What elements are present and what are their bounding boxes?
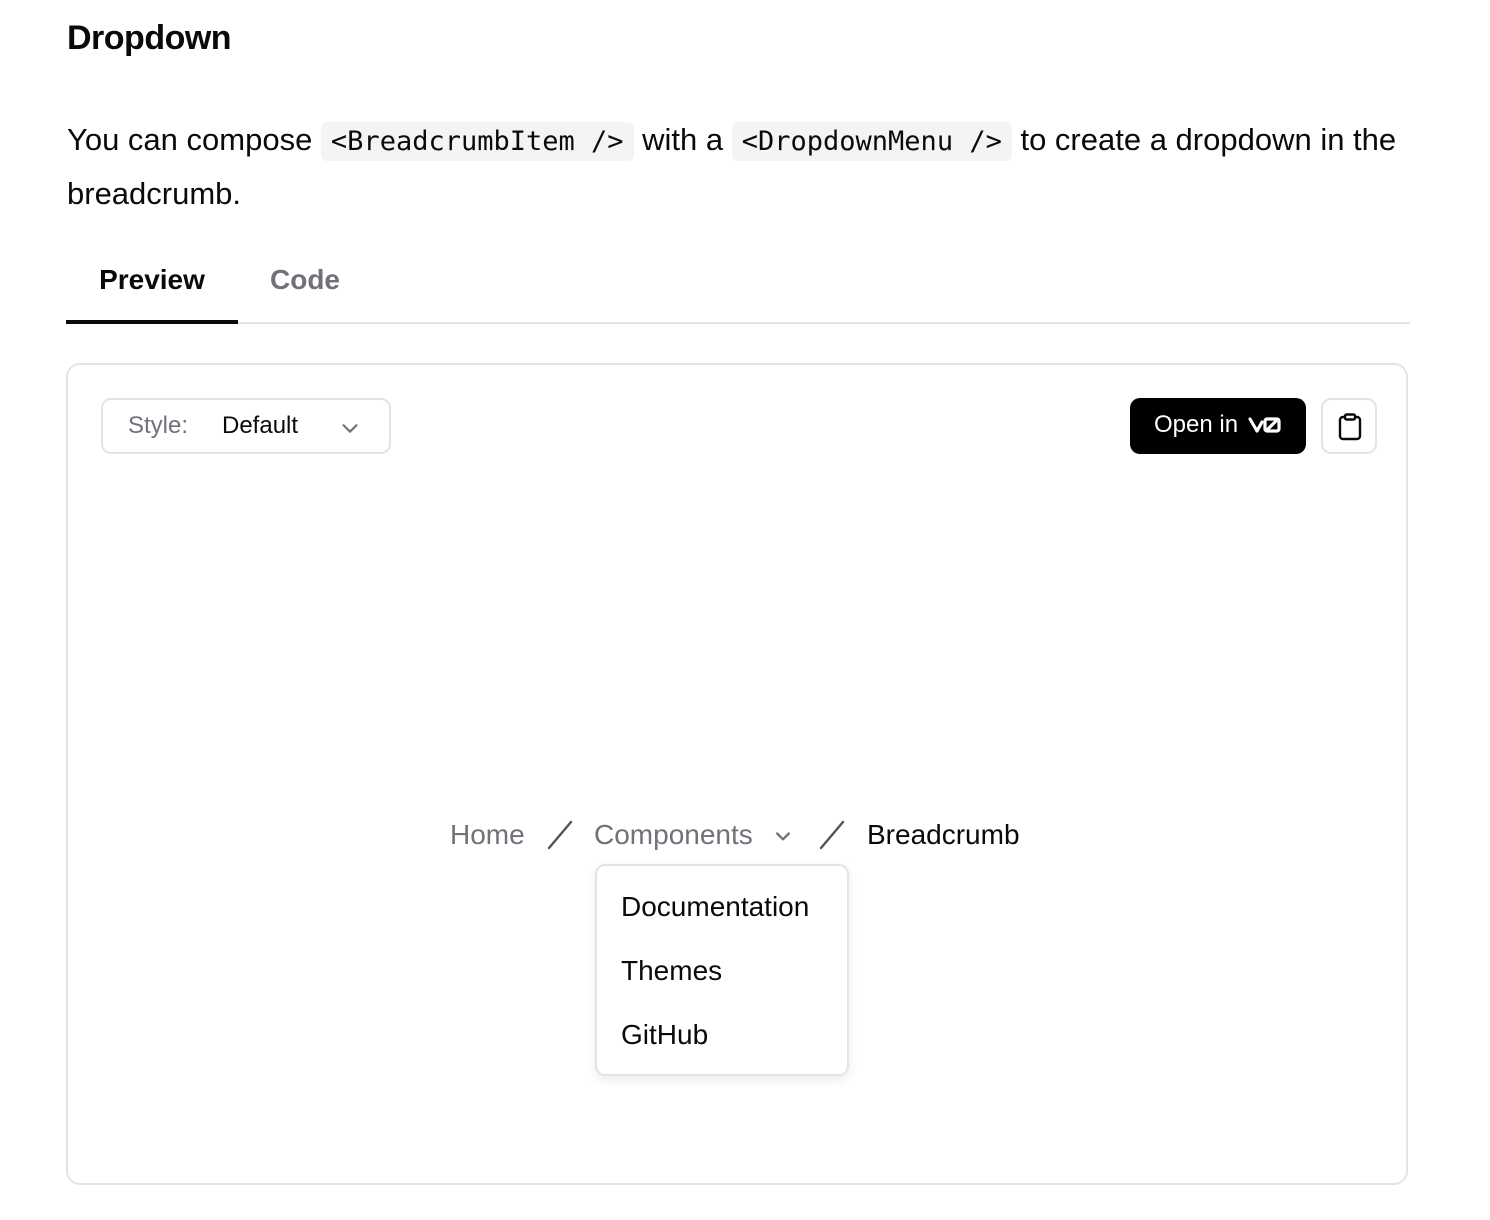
tab-code[interactable]: Code <box>238 248 372 320</box>
tab-list: Preview Code <box>66 248 1410 324</box>
dropdown-menu: Documentation Themes GitHub <box>595 864 849 1076</box>
docs-page: Dropdown You can compose <BreadcrumbItem… <box>0 0 1490 1220</box>
style-select[interactable]: Style: Default <box>101 398 391 454</box>
slash-separator-icon <box>819 820 845 850</box>
slash-separator-icon <box>547 820 573 850</box>
breadcrumb-link-home[interactable]: Home <box>450 818 525 852</box>
section-description: You can compose <BreadcrumbItem /> with … <box>67 114 1427 220</box>
style-select-value: Default <box>222 412 299 439</box>
clipboard-icon <box>1338 413 1362 441</box>
preview-panel: Style: Default Open in Home Components B… <box>66 363 1408 1185</box>
v0-logo-icon <box>1248 417 1281 433</box>
breadcrumb-dropdown-trigger[interactable]: Components <box>594 818 753 852</box>
code-breadcrumb-item: <BreadcrumbItem /> <box>320 122 634 161</box>
chevron-down-icon[interactable] <box>773 826 793 846</box>
menu-item-github[interactable]: GitHub <box>621 1018 708 1052</box>
description-text-1: You can compose <box>67 122 321 157</box>
code-dropdown-menu: <DropdownMenu /> <box>731 122 1012 161</box>
open-in-label: Open in <box>1154 411 1239 438</box>
copy-button[interactable] <box>1321 398 1377 454</box>
description-text-2: with a <box>633 122 732 157</box>
tab-preview[interactable]: Preview <box>66 248 238 324</box>
open-in-v0-button[interactable]: Open in <box>1130 398 1306 454</box>
menu-item-documentation[interactable]: Documentation <box>621 890 809 924</box>
chevron-down-icon <box>342 424 358 433</box>
style-select-label: Style: <box>128 412 189 439</box>
menu-item-themes[interactable]: Themes <box>621 954 722 988</box>
section-title: Dropdown <box>67 19 232 57</box>
breadcrumb-current-page: Breadcrumb <box>867 819 1020 850</box>
